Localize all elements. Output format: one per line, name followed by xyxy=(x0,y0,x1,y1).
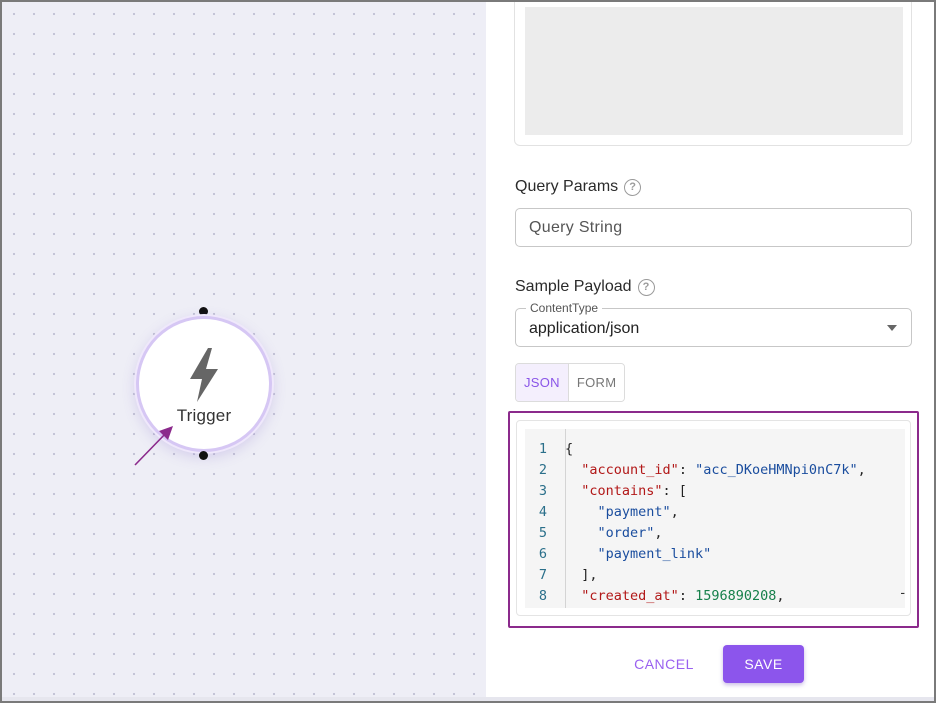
trigger-node-label: Trigger xyxy=(176,406,232,425)
code-line: 4 "payment", xyxy=(525,502,905,523)
code-line: 3 "contains": [ xyxy=(525,481,905,502)
node-input-handle[interactable] xyxy=(199,307,208,316)
headers-editor-area[interactable] xyxy=(525,7,903,135)
sample-payload-section: Sample Payload ? xyxy=(515,278,655,296)
json-number: 1596890208 xyxy=(695,588,777,604)
json-key: "account_id" xyxy=(581,462,679,478)
code-text: "created_at": 1596890208, xyxy=(565,586,785,607)
code-line: 6 "payment_link" xyxy=(525,544,905,565)
line-number: 3 xyxy=(538,483,547,499)
query-params-section: Query Params ? xyxy=(515,178,642,196)
json-editor-card: 1{2 "account_id": "acc_DKoeHMNpi0nC7k", 3… xyxy=(516,420,911,616)
query-string-input[interactable] xyxy=(515,208,912,247)
json-code-editor[interactable]: 1{2 "account_id": "acc_DKoeHMNpi0nC7k", 3… xyxy=(525,429,905,608)
json-punctuation: ], xyxy=(565,567,598,583)
content-type-legend: ContentType xyxy=(526,301,603,315)
json-punctuation: , xyxy=(654,525,663,541)
save-button[interactable]: SAVE xyxy=(723,645,804,683)
json-string: "payment" xyxy=(597,504,671,520)
json-punctuation: { xyxy=(565,441,574,457)
json-punctuation xyxy=(565,483,581,499)
line-number: 5 xyxy=(538,525,547,541)
code-text: "contains": [ xyxy=(565,481,687,502)
code-line: 7 ], xyxy=(525,565,905,586)
code-line: 5 "order", xyxy=(525,523,905,544)
tab-form[interactable]: FORM xyxy=(568,364,625,401)
line-number: 2 xyxy=(538,462,547,478)
help-icon[interactable]: ? xyxy=(637,278,655,296)
json-punctuation: , xyxy=(776,588,785,604)
json-key: "created_at" xyxy=(581,588,679,604)
workflow-canvas[interactable]: Trigger xyxy=(2,2,486,701)
node-output-handle[interactable] xyxy=(199,451,208,460)
json-punctuation xyxy=(565,462,581,478)
code-line: 8 "created_at": 1596890208, xyxy=(525,586,905,607)
line-number: 8 xyxy=(538,588,547,604)
help-icon[interactable]: ? xyxy=(624,178,642,196)
tab-json[interactable]: JSON xyxy=(516,364,569,401)
json-punctuation xyxy=(565,588,581,604)
code-text: "payment", xyxy=(565,502,679,523)
code-line: 1{ xyxy=(525,439,905,460)
json-string: "order" xyxy=(597,525,655,541)
json-punctuation: : xyxy=(678,462,696,478)
content-type-value: application/json xyxy=(529,320,640,337)
code-text: "order", xyxy=(565,523,663,544)
json-string: "acc_DKoeHMNpi0nC7k" xyxy=(695,462,858,478)
json-string: "payment_link" xyxy=(597,546,712,562)
app-window: Trigger Query Params ? Sample Payload ? … xyxy=(0,0,936,703)
sample-payload-label: Sample Payload xyxy=(515,278,632,295)
code-text: { xyxy=(565,439,573,460)
lightning-bolt-icon xyxy=(190,348,218,402)
line-number: 7 xyxy=(538,567,547,583)
code-text: "account_id": "acc_DKoeHMNpi0nC7k", xyxy=(565,460,866,481)
json-punctuation: , xyxy=(857,462,866,478)
payload-format-toggle: JSON FORM xyxy=(515,363,626,402)
query-params-label: Query Params xyxy=(515,178,619,195)
headers-card xyxy=(514,2,912,146)
json-punctuation xyxy=(565,504,598,520)
bottom-scrollbar-track xyxy=(2,697,934,701)
caret-down-icon xyxy=(887,325,897,331)
json-punctuation xyxy=(565,546,598,562)
json-punctuation: : [ xyxy=(662,483,687,499)
code-text: "payment_link" xyxy=(565,544,712,565)
annotation-arrow-icon xyxy=(134,426,173,466)
line-number: 4 xyxy=(538,504,547,520)
line-number: 6 xyxy=(538,546,547,562)
json-punctuation: : xyxy=(678,588,696,604)
json-punctuation xyxy=(565,525,598,541)
cancel-button[interactable]: CANCEL xyxy=(626,645,702,683)
code-text: ], xyxy=(565,565,598,586)
json-key: "contains" xyxy=(581,483,663,499)
code-line: 2 "account_id": "acc_DKoeHMNpi0nC7k", xyxy=(525,460,905,481)
line-number: 1 xyxy=(538,441,547,457)
content-type-select[interactable]: ContentType application/json xyxy=(515,301,912,347)
json-punctuation: , xyxy=(670,504,679,520)
settings-panel: Query Params ? Sample Payload ? ContentT… xyxy=(486,2,934,697)
fold-marker[interactable]: - xyxy=(900,584,905,600)
json-editor-highlight: 1{2 "account_id": "acc_DKoeHMNpi0nC7k", 3… xyxy=(508,411,919,628)
